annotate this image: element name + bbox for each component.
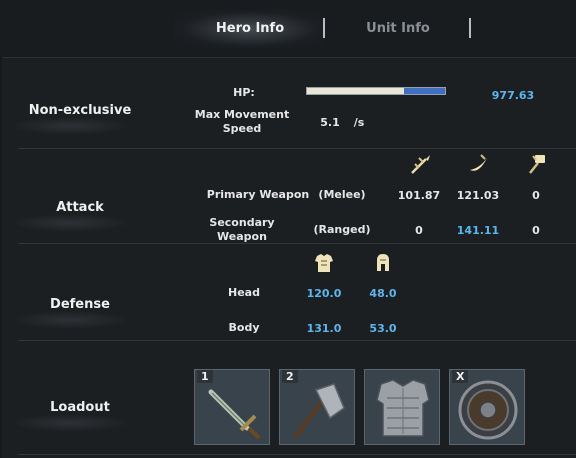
body-defense-value-2: 53.0 — [369, 322, 397, 335]
max-movement-speed-label: Max Movement Speed — [194, 108, 290, 135]
secondary-weapon-label: Secondary Weapon — [209, 216, 275, 243]
secondary-blunt-value: 0 — [532, 224, 540, 237]
primary-blunt-value: 0 — [532, 189, 540, 202]
tab-unit-info[interactable]: Unit Info — [325, 10, 471, 48]
loadout-slot-2[interactable]: 2 — [279, 369, 355, 445]
tab-bar: Hero Info Unit Info — [0, 0, 576, 56]
loadout-slot-1[interactable]: 1 — [194, 369, 270, 445]
primary-pierce-value: 101.87 — [397, 189, 441, 202]
body-defense-value-1: 131.0 — [306, 322, 342, 335]
body-armor-icon — [315, 254, 333, 272]
section-label-glow — [10, 117, 130, 135]
chest-armor-icon — [376, 379, 430, 437]
tab-separator — [469, 18, 471, 38]
section-label-defense: Defense — [50, 297, 110, 312]
tab-hero-info[interactable]: Hero Info — [175, 10, 325, 48]
section-label-glow — [10, 414, 130, 432]
section-label-glow — [10, 214, 130, 232]
body-label: Body — [228, 321, 260, 334]
head-defense-value-2: 48.0 — [369, 287, 397, 300]
hp-bar-fill — [403, 88, 445, 94]
blunt-damage-icon — [529, 155, 545, 174]
slash-damage-icon — [470, 154, 487, 171]
secondary-slash-value: 141.11 — [456, 224, 500, 237]
head-defense-value-1: 120.0 — [306, 287, 342, 300]
hp-label: HP: — [233, 86, 255, 99]
section-label-loadout: Loadout — [50, 400, 110, 415]
head-armor-icon — [377, 254, 389, 271]
secondary-weapon-type: (Ranged) — [313, 223, 371, 236]
round-shield-icon — [458, 380, 518, 440]
movement-speed-unit: /s — [353, 116, 365, 129]
head-label: Head — [228, 286, 260, 299]
loadout-slot-3[interactable] — [364, 369, 440, 445]
hp-bar — [306, 87, 446, 95]
primary-slash-value: 121.03 — [456, 189, 500, 202]
hp-value: 977.63 — [491, 89, 535, 102]
section-label-attack: Attack — [56, 200, 104, 215]
section-label-glow — [10, 311, 130, 329]
pierce-damage-icon — [411, 155, 430, 174]
axe-icon — [294, 383, 345, 438]
secondary-pierce-value: 0 — [415, 224, 423, 237]
sword-icon — [208, 389, 261, 440]
loadout-slot-4[interactable]: X — [449, 369, 525, 445]
section-label-nonexclusive: Non-exclusive — [28, 103, 132, 118]
primary-weapon-label: Primary Weapon — [206, 188, 310, 201]
primary-weapon-type: (Melee) — [318, 188, 366, 201]
